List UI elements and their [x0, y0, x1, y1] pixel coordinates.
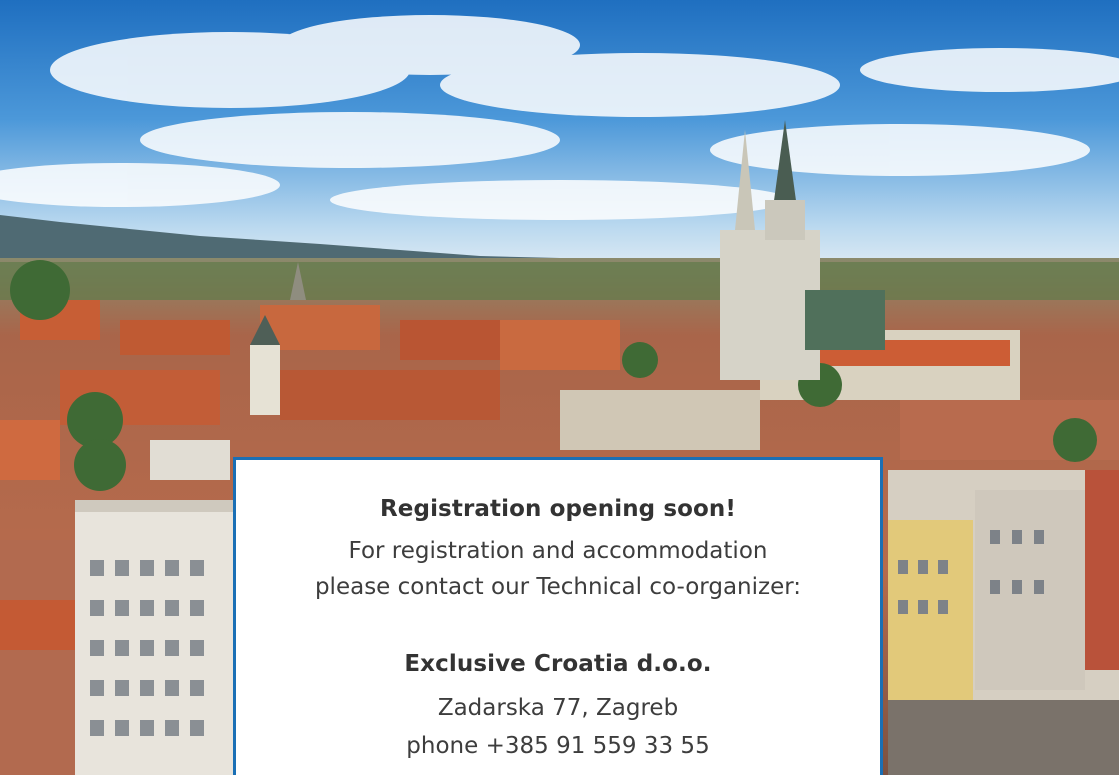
- registration-info-card: Registration opening soon! For registrat…: [233, 457, 883, 775]
- registration-line-1: For registration and accommodation: [348, 538, 768, 564]
- right-buildings: [888, 470, 1119, 775]
- city-panorama-photo: Registration opening soon! For registrat…: [0, 0, 1119, 775]
- registration-heading: Registration opening soon!: [380, 496, 736, 522]
- tree-line: [0, 262, 1119, 300]
- company-address: Zadarska 77, Zagreb: [437, 695, 679, 721]
- left-houses: [0, 540, 75, 775]
- registration-line-2: please contact our Technical co-organize…: [314, 574, 802, 600]
- company-name: Exclusive Croatia d.o.o.: [404, 651, 712, 677]
- company-phone[interactable]: phone +385 91 559 33 55: [236, 733, 880, 759]
